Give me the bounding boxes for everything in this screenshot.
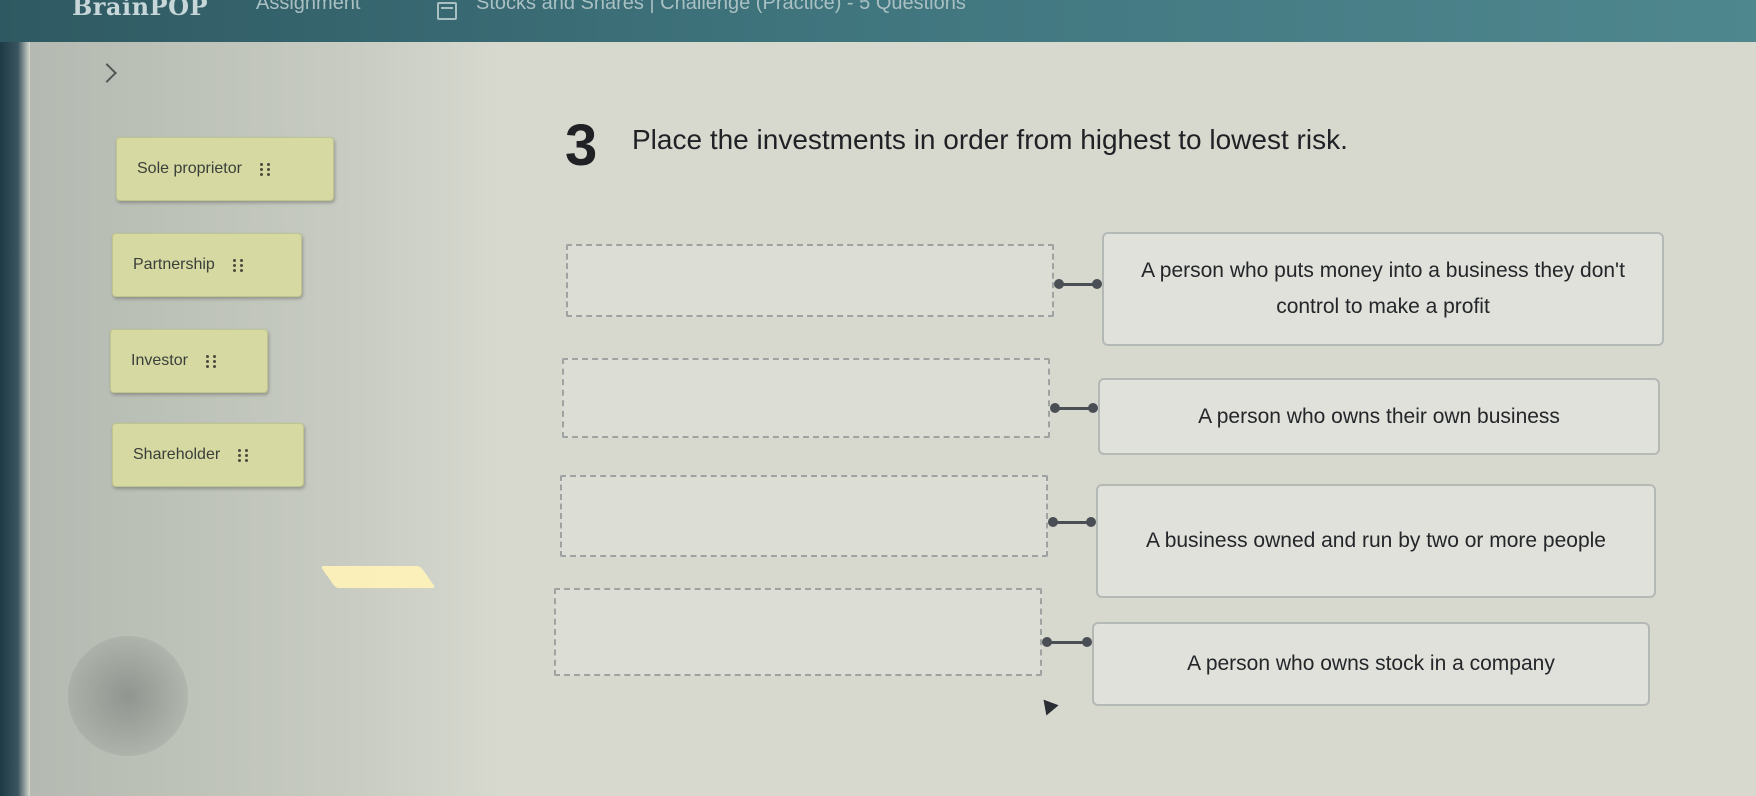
option-label: Investor	[131, 352, 188, 369]
option-chip-investor[interactable]: Investor	[110, 329, 268, 393]
drop-zone[interactable]	[554, 588, 1042, 676]
drop-zone[interactable]	[566, 244, 1054, 317]
definition-card: A person who owns their own business	[1098, 378, 1660, 455]
connector-line	[1050, 402, 1098, 414]
definition-card: A person who puts money into a business …	[1102, 232, 1664, 346]
calendar-icon	[437, 2, 457, 20]
screen-edge	[0, 42, 30, 796]
shadow-blur	[68, 636, 188, 756]
assignment-label: Assignment	[256, 0, 361, 14]
option-label: Shareholder	[133, 446, 221, 463]
breadcrumb: Stocks and Shares | Challenge (Practice)…	[476, 0, 966, 14]
connector-line	[1048, 516, 1096, 528]
option-chip-partnership[interactable]: Partnership	[112, 233, 302, 297]
drag-handle-icon[interactable]	[205, 354, 217, 368]
definition-card: A person who owns stock in a company	[1092, 622, 1650, 706]
option-chip-shareholder[interactable]: Shareholder	[112, 423, 304, 487]
option-chip-sole-proprietor[interactable]: Sole proprietor	[116, 137, 334, 201]
mouse-cursor-icon	[1037, 694, 1059, 716]
option-label: Partnership	[133, 256, 215, 273]
connector-line	[1042, 636, 1092, 648]
top-bar: BrainPOP Assignment Stocks and Shares | …	[0, 0, 1756, 42]
drag-handle-icon[interactable]	[238, 448, 249, 462]
brand-logo[interactable]: BrainPOP	[72, 0, 208, 21]
definition-card: A business owned and run by two or more …	[1096, 484, 1656, 598]
drag-handle-icon[interactable]	[232, 258, 244, 272]
drop-zone[interactable]	[562, 358, 1050, 438]
drag-handle-icon[interactable]	[259, 162, 271, 176]
option-label: Sole proprietor	[137, 160, 242, 177]
question-number: 3	[565, 113, 598, 178]
connector-line	[1054, 278, 1102, 290]
screen-glare	[320, 566, 436, 588]
drop-zone[interactable]	[560, 475, 1048, 557]
question-prompt: Place the investments in order from high…	[632, 124, 1348, 155]
